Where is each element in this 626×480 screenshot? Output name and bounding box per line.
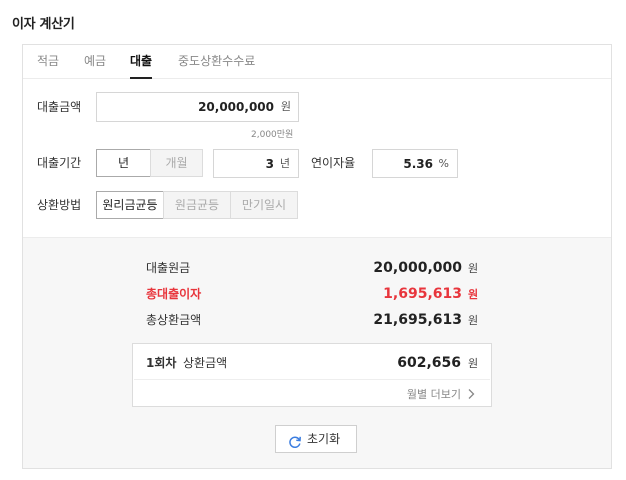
interest-rate-input[interactable]: 5.36 %: [372, 149, 458, 178]
chevron-right-icon[interactable]: [465, 388, 477, 400]
monthly-summary-box: 1회차 상환금액 602,656 원 월별 더보기: [132, 343, 492, 407]
installment-amount-value: 602,656: [397, 355, 461, 371]
method-bullet[interactable]: 만기일시: [230, 191, 298, 219]
loan-period-input[interactable]: 3 년: [213, 149, 299, 178]
loan-amount-value: 20,000,000: [198, 100, 274, 114]
total-repayment-label: 총상환금액: [146, 313, 202, 327]
reset-label: 초기화: [307, 432, 341, 446]
principal-unit: 원: [468, 262, 479, 275]
divider: [134, 379, 490, 380]
page-title: 이자 계산기: [12, 17, 75, 32]
interest-rate-unit: %: [438, 157, 449, 170]
total-interest-label: 총대출이자: [146, 287, 202, 301]
method-equal-principal[interactable]: 원금균등: [163, 191, 231, 219]
tab-bar: 적금 예금 대출 중도상환수수료: [23, 45, 611, 79]
total-repayment-value: 21,695,613: [373, 312, 462, 328]
method-equal-payment[interactable]: 원리금균등: [96, 191, 164, 219]
repayment-method-label: 상환방법: [37, 198, 82, 212]
interest-rate-value: 5.36: [403, 157, 433, 171]
loan-period-unit: 년: [279, 157, 290, 170]
total-interest-value: 1,695,613: [383, 286, 462, 302]
loan-amount-unit: 원: [280, 100, 291, 113]
total-repayment-unit: 원: [468, 314, 479, 327]
refresh-icon: [288, 432, 302, 449]
loan-amount-input[interactable]: 20,000,000 원: [96, 92, 299, 122]
result-panel: 대출원금 20,000,000 원 총대출이자 1,695,613 원 총상환금…: [23, 237, 611, 468]
tab-deposit[interactable]: 예금: [84, 53, 106, 69]
tab-loan[interactable]: 대출: [130, 53, 153, 79]
installment-amount-label: 상환금액: [183, 356, 228, 370]
installment-number-label: 1회차: [146, 356, 177, 370]
principal-label: 대출원금: [146, 261, 191, 275]
total-interest-unit: 원: [468, 288, 479, 301]
calculator-card: 적금 예금 대출 중도상환수수료 대출금액 20,000,000 원 2,000…: [22, 44, 612, 469]
reset-button[interactable]: 초기화: [275, 425, 357, 453]
loan-period-value: 3: [265, 157, 274, 171]
monthly-more-link[interactable]: 월별 더보기: [407, 386, 461, 402]
installment-amount-unit: 원: [468, 357, 479, 370]
period-unit-month[interactable]: 개월: [150, 149, 203, 177]
interest-rate-label: 연이자율: [311, 156, 356, 170]
loan-amount-hint: 2,000만원: [251, 130, 294, 140]
tab-prepayment-fee[interactable]: 중도상환수수료: [178, 53, 255, 69]
loan-amount-label: 대출금액: [37, 100, 82, 114]
loan-period-label: 대출기간: [37, 156, 82, 170]
tab-savings[interactable]: 적금: [37, 53, 59, 69]
period-unit-year[interactable]: 년: [96, 149, 151, 177]
principal-value: 20,000,000: [373, 260, 462, 276]
